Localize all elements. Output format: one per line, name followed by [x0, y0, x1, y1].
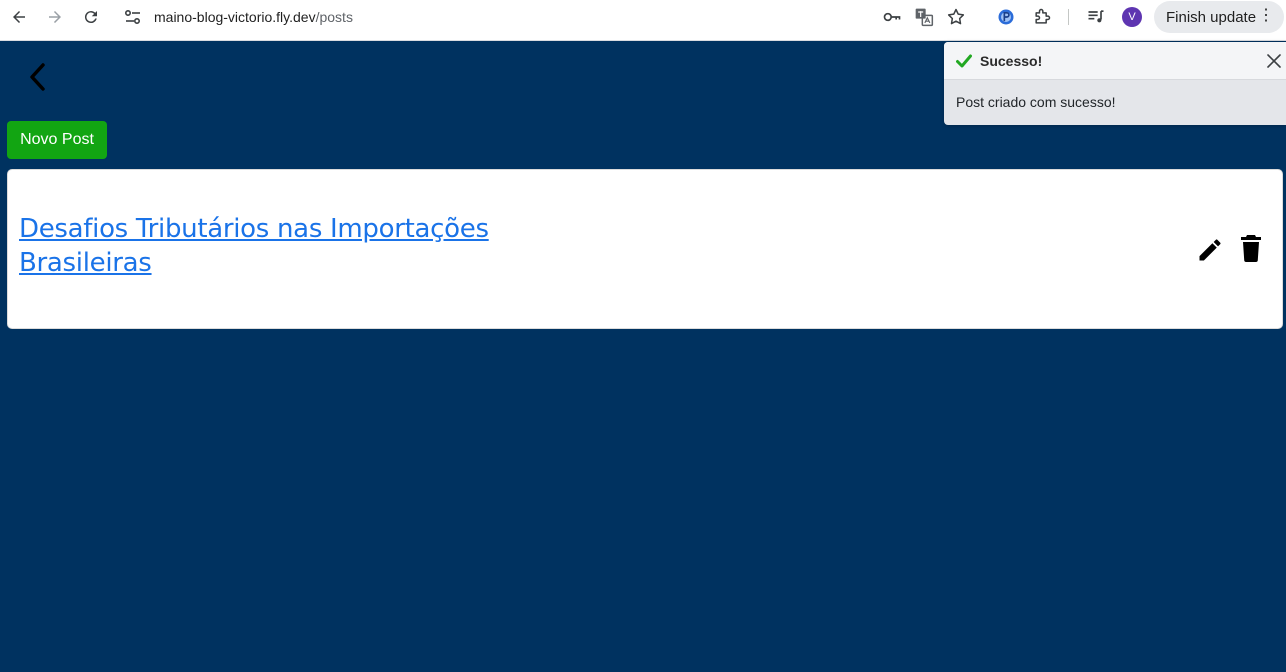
bookmark-star-icon[interactable] [944, 5, 968, 29]
finish-update-button[interactable]: Finish update ⋮ [1154, 1, 1284, 33]
browser-toolbar: maino-blog-victorio.fly.dev/posts V Fini… [0, 0, 1286, 41]
close-icon[interactable] [1266, 53, 1282, 69]
extensions-puzzle-icon[interactable] [1030, 5, 1054, 29]
password-key-icon[interactable] [880, 5, 904, 29]
trash-delete-icon[interactable] [1240, 234, 1262, 262]
site-info-icon[interactable] [124, 9, 142, 25]
toast-header: Sucesso! [944, 42, 1286, 80]
post-card: Desafios Tributários nas Importações Bra… [7, 169, 1283, 329]
toolbar-divider [1068, 9, 1069, 25]
reload-icon[interactable] [75, 1, 107, 33]
more-menu-icon[interactable]: ⋮ [1258, 7, 1274, 25]
extension-p-icon[interactable] [994, 5, 1018, 29]
address-bar[interactable]: maino-blog-victorio.fly.dev/posts [116, 1, 980, 33]
url-path: /posts [315, 9, 353, 25]
forward-icon[interactable] [39, 1, 71, 33]
media-queue-icon[interactable] [1084, 5, 1108, 29]
url-host: maino-blog-victorio.fly.dev [154, 9, 316, 25]
finish-update-label: Finish update [1166, 8, 1257, 26]
toast-message: Post criado com sucesso! [956, 94, 1116, 110]
post-title-link[interactable]: Desafios Tributários nas Importações Bra… [19, 212, 539, 280]
back-icon[interactable] [3, 1, 35, 33]
edit-pencil-icon[interactable] [1196, 236, 1224, 264]
toast-title: Sucesso! [980, 53, 1043, 69]
check-icon [956, 54, 972, 68]
translate-icon[interactable] [912, 5, 936, 29]
new-post-button[interactable]: Novo Post [7, 121, 107, 159]
success-toast: Sucesso! Post criado com sucesso! [944, 42, 1286, 125]
chevron-left-icon[interactable] [22, 60, 52, 94]
url-text[interactable]: maino-blog-victorio.fly.dev/posts [154, 9, 353, 25]
profile-avatar[interactable]: V [1122, 7, 1142, 27]
